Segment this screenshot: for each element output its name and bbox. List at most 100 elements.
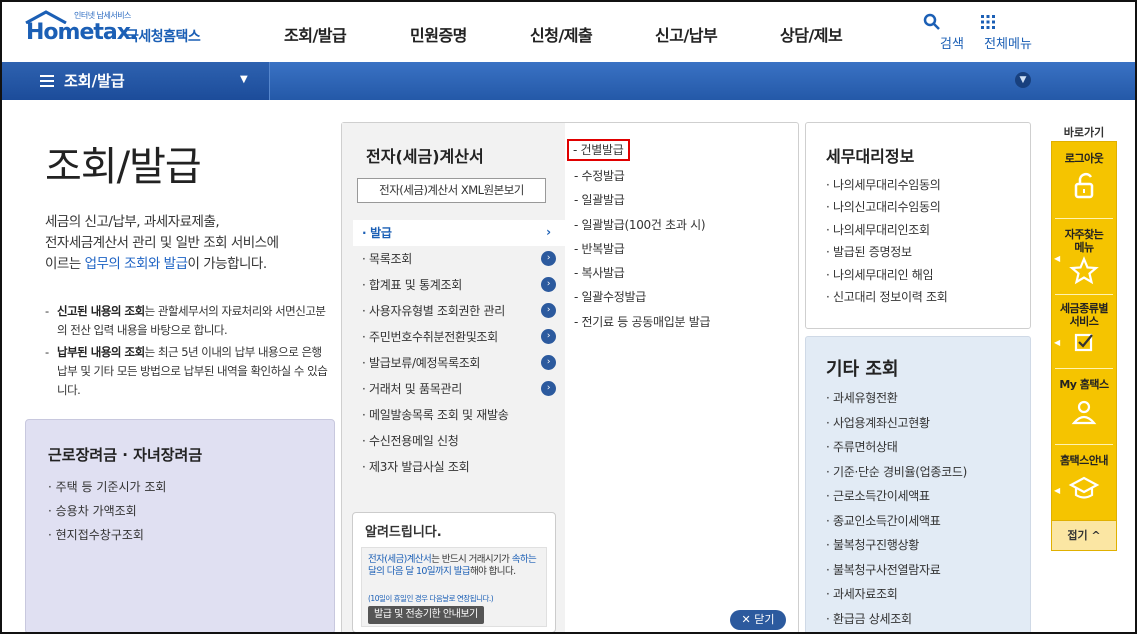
submenu-list[interactable]: · 목록조회 › bbox=[353, 246, 565, 272]
etc-link[interactable]: · 사업용계좌신고현황 bbox=[826, 411, 967, 436]
intro-line: 이르는 업무의 조회와 발급이 가능합니다. bbox=[45, 254, 335, 275]
expand-circle-icon[interactable]: ▼ bbox=[1015, 72, 1031, 88]
submenu-pending[interactable]: · 발급보류/예정목록조회 › bbox=[353, 350, 565, 376]
nav-filing-payment[interactable]: 신고/납부 bbox=[655, 22, 718, 46]
logo-wordmark: Hometax. bbox=[26, 20, 138, 45]
all-menu-label: 전체메뉴 bbox=[984, 37, 1032, 52]
caret-left-icon: ◀ bbox=[1054, 338, 1061, 347]
chevron-right-icon: › bbox=[541, 381, 556, 396]
chevron-right-icon: › bbox=[541, 303, 556, 318]
submenu-issue[interactable]: · 발급 › bbox=[353, 220, 565, 246]
issue-utility-link[interactable]: - 전기료 등 공동매입분 발급 bbox=[574, 310, 711, 334]
quick-my-hometax[interactable]: My 홈택스 bbox=[1052, 378, 1116, 430]
search-button[interactable]: 검색 bbox=[922, 12, 982, 52]
einvoice-panel: 전자(세금)계산서 전자(세금)계산서 XML원본보기 · 발급 › · 목록조회… bbox=[341, 122, 799, 634]
einvoice-title: 전자(세금)계산서 bbox=[366, 147, 484, 166]
issue-repeat-link[interactable]: - 반복발급 bbox=[574, 237, 710, 261]
section-title: 조회/발급 bbox=[64, 72, 125, 90]
tax-agent-link[interactable]: · 나의세무대리수임동의 bbox=[826, 174, 947, 196]
quick-fold-button[interactable]: 접기 ^ bbox=[1051, 520, 1117, 551]
issue-submenu: - 건별발급 - 수정발급 - 일괄발급 - 일괄발급(100건 초과 시) -… bbox=[567, 139, 711, 334]
notes: 신고된 내용의 조회는 관할세무서의 자료처리와 서면신고분의 전산 입력 내용… bbox=[45, 302, 330, 403]
caret-left-icon: ◀ bbox=[1054, 254, 1061, 263]
nav-certificates[interactable]: 민원증명 bbox=[410, 22, 467, 46]
tax-agent-link[interactable]: · 나의신고대리수임동의 bbox=[826, 196, 947, 218]
intro-line: 전자세금계산서 관리 및 일반 조회 서비스에 bbox=[45, 235, 279, 251]
issue-copy-link[interactable]: - 복사발급 bbox=[574, 261, 710, 285]
submenu-third-party[interactable]: · 제3자 발급사실 조회 bbox=[353, 454, 565, 480]
hamburger-icon bbox=[40, 72, 54, 88]
etc-link[interactable]: · 불복청구사전열람자료 bbox=[826, 558, 967, 583]
quick-logout[interactable]: 로그아웃 bbox=[1052, 152, 1116, 206]
section-dropdown[interactable]: 조회/발급 ▼ bbox=[2, 62, 270, 100]
etc-link[interactable]: · 근로소득간이세액표 bbox=[826, 484, 967, 509]
issue-batch-link[interactable]: - 일괄발급 bbox=[574, 188, 710, 212]
chevron-right-icon: › bbox=[546, 225, 551, 239]
etc-link[interactable]: · 과세자료조회 bbox=[826, 582, 967, 607]
etc-link[interactable]: · 불복청구진행상황 bbox=[826, 533, 967, 558]
etc-link[interactable]: · 주류면허상태 bbox=[826, 435, 967, 460]
issue-batch-100-link[interactable]: - 일괄발급(100건 초과 시) bbox=[574, 213, 710, 237]
section-bar: 조회/발급 ▼ ▼ bbox=[2, 62, 1135, 100]
issue-single-link[interactable]: - 건별발급 bbox=[567, 139, 630, 161]
search-label: 검색 bbox=[940, 37, 964, 52]
tax-agent-box: 세무대리정보 · 나의세무대리수임동의 · 나의신고대리수임동의 · 나의세무대… bbox=[805, 122, 1031, 329]
quick-hometax-guide[interactable]: 홈택스안내 bbox=[1052, 454, 1116, 506]
unlock-icon bbox=[1074, 172, 1094, 199]
notice-text: 전자(세금)계산서는 반드시 거래시기가 속하는 달의 다음 달 10일까지 발… bbox=[368, 554, 537, 577]
note-filed: 신고된 내용의 조회는 관할세무서의 자료처리와 서면신고분의 전산 입력 내용… bbox=[45, 302, 330, 340]
intro-text: 세금의 신고/납부, 과세자료제출, 전자세금계산서 관리 및 일반 조회 서비… bbox=[45, 212, 335, 275]
intro-line-pre: 이르는 bbox=[45, 256, 85, 272]
issue-batch-amend-link[interactable]: - 일괄수정발급 bbox=[574, 285, 710, 309]
submenu-mail-resend[interactable]: · 메일발송목록 조회 및 재발송 bbox=[353, 402, 565, 428]
quick-tax-type-service[interactable]: 세금종류별 서비스 bbox=[1052, 302, 1116, 357]
header: 인터넷 납세서비스 Hometax. 국세청홈택스 조회/발급 민원증명 신청/… bbox=[0, 0, 1137, 62]
deadline-guide-button[interactable]: 발급 및 전송기한 안내보기 bbox=[368, 606, 484, 624]
caret-left-icon: ◀ bbox=[1054, 486, 1061, 495]
quick-menu: 로그아웃 자주찾는 메뉴 세금종류별 서비스 My 홈택스 홈택스안내 bbox=[1051, 141, 1117, 551]
etc-link[interactable]: · 과세유형전환 bbox=[826, 386, 967, 411]
notice-small-text: (10일이 휴일인 경우 다음날로 연장됩니다.) bbox=[368, 594, 494, 603]
chevron-right-icon: › bbox=[541, 355, 556, 370]
xml-view-button[interactable]: 전자(세금)계산서 XML원본보기 bbox=[357, 178, 546, 203]
note-paid: 납부된 내용의 조회는 최근 5년 이내의 납부 내용으로 은행 납부 및 기타… bbox=[45, 343, 330, 400]
logo-subtitle: 국세청홈택스 bbox=[126, 29, 201, 45]
wage-link[interactable]: · 승용차 가액조회 bbox=[48, 499, 166, 523]
nav-consult-report[interactable]: 상담/제보 bbox=[780, 22, 843, 46]
tax-agent-link[interactable]: · 신고대리 정보이력 조회 bbox=[826, 286, 948, 308]
etc-link[interactable]: · 환급금 상세조회 bbox=[826, 607, 967, 632]
search-icon bbox=[923, 13, 940, 30]
quick-menu-label: 바로가기 bbox=[1063, 126, 1105, 139]
submenu-receive-mail[interactable]: · 수신전용메일 신청 bbox=[353, 428, 565, 454]
nav-application[interactable]: 신청/제출 bbox=[530, 22, 593, 46]
nav-inquiry-issue[interactable]: 조회/발급 bbox=[284, 22, 347, 46]
etc-link[interactable]: · 종교인소득간이세액표 bbox=[826, 509, 967, 534]
hometax-logo[interactable]: 인터넷 납세서비스 Hometax. 국세청홈택스 bbox=[22, 8, 222, 52]
guide-cap-icon bbox=[1068, 476, 1100, 499]
close-button[interactable]: ✕ 닫기 bbox=[730, 610, 786, 630]
tax-agent-title: 세무대리정보 bbox=[826, 147, 915, 166]
user-icon bbox=[1071, 400, 1097, 425]
etc-title: 기타 조회 bbox=[826, 359, 899, 380]
issue-amend-link[interactable]: - 수정발급 bbox=[574, 164, 710, 188]
intro-line: 세금의 신고/납부, 과세자료제출, bbox=[45, 214, 220, 230]
tax-agent-link[interactable]: · 나의세무대리인조회 bbox=[826, 219, 947, 241]
intro-link: 업무의 조회와 발급 bbox=[84, 256, 188, 272]
tax-agent-link[interactable]: · 발급된 증명정보 bbox=[826, 241, 947, 263]
checkbox-icon bbox=[1074, 333, 1093, 352]
notice-body: 전자(세금)계산서는 반드시 거래시기가 속하는 달의 다음 달 10일까지 발… bbox=[361, 547, 547, 627]
submenu-resident-no[interactable]: · 주민번호수취분전환및조회 › bbox=[353, 324, 565, 350]
submenu-partners[interactable]: · 거래처 및 품목관리 › bbox=[353, 376, 565, 402]
notice-box: 알려드립니다. 전자(세금)계산서는 반드시 거래시기가 속하는 달의 다음 달… bbox=[352, 512, 556, 633]
page-title: 조회/발급 bbox=[45, 144, 202, 190]
submenu-summary[interactable]: · 합계표 및 통계조회 › bbox=[353, 272, 565, 298]
etc-link[interactable]: · 기준·단순 경비율(업종코드) bbox=[826, 460, 967, 485]
all-menu-button[interactable]: 전체메뉴 bbox=[978, 12, 1038, 52]
wage-incentive-box: 근로장려금 · 자녀장려금 · 주택 등 기준시가 조회 · 승용차 가액조회 … bbox=[25, 419, 335, 634]
quick-frequent-menu[interactable]: 자주찾는 메뉴 bbox=[1052, 228, 1116, 289]
submenu-permissions[interactable]: · 사용자유형별 조회권한 관리 › bbox=[353, 298, 565, 324]
grid-menu-icon bbox=[981, 15, 995, 29]
wage-link[interactable]: · 현지접수창구조회 bbox=[48, 523, 166, 547]
tax-agent-link[interactable]: · 나의세무대리인 해임 bbox=[826, 264, 947, 286]
wage-link[interactable]: · 주택 등 기준시가 조회 bbox=[48, 475, 166, 499]
